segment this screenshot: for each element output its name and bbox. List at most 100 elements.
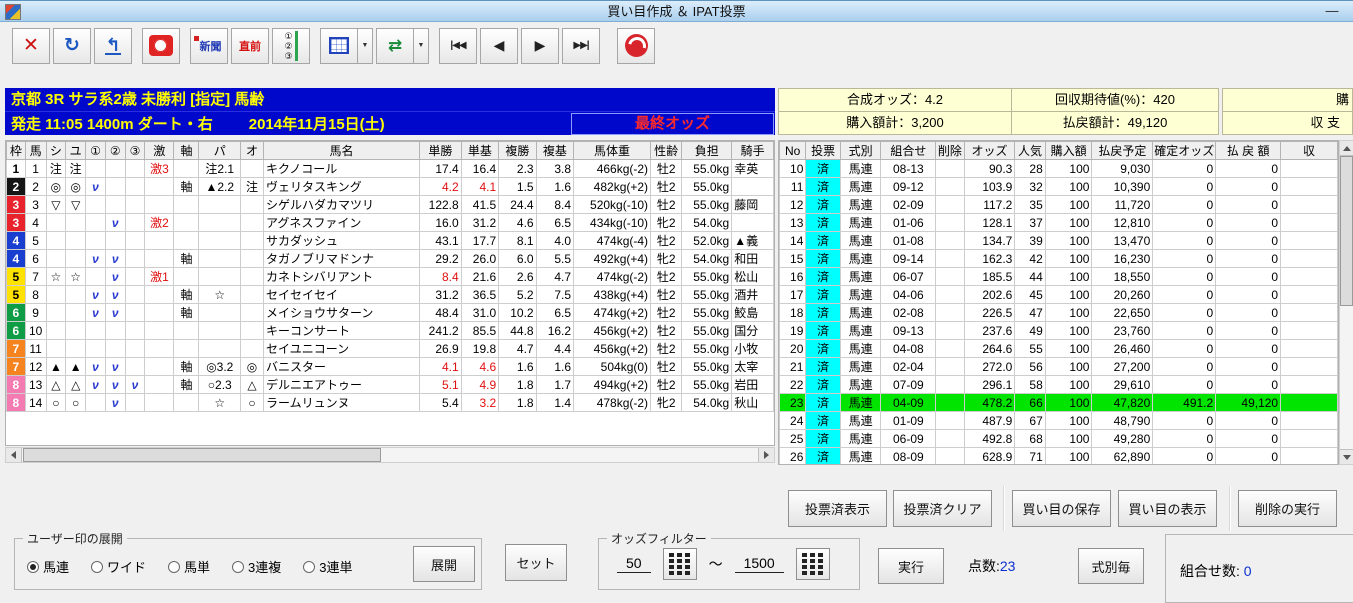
b-bet-type: 馬連 <box>839 231 882 250</box>
mark-list-button[interactable]: ①②③ <box>272 27 310 64</box>
bet-row[interactable]: 25 済馬連 06-09 492.8 68 100 49,280 0 0 <box>779 429 1338 448</box>
hscroll-thumb[interactable] <box>23 448 381 462</box>
prev-race-button[interactable]: ◀ <box>480 27 518 64</box>
show-bets-button[interactable]: 買い目の表示 <box>1118 490 1217 527</box>
radio-bet-type[interactable]: ワイド <box>91 557 146 576</box>
undo-button[interactable]: ↰ <box>94 27 132 64</box>
horse-row[interactable]: 5 8 ν ν 軸 ☆ セイセイセイ 31.2 36.5 5.2 7.5 438kg(+4) 牡2 55.… <box>6 285 774 304</box>
realtime-odds-button[interactable] <box>142 27 180 64</box>
h-futan: 55.0kg <box>681 267 733 286</box>
bet-table-vscrollbar[interactable] <box>1339 140 1353 465</box>
minimize-button[interactable]: — <box>1317 2 1347 21</box>
bet-row[interactable]: 22 済馬連 07-09 296.1 58 100 29,610 0 0 <box>779 375 1338 394</box>
radio-bet-type[interactable]: 馬連 <box>27 557 69 576</box>
bet-row[interactable]: 12 済馬連 02-09 117.2 35 100 11,720 0 0 <box>779 195 1338 214</box>
show-voted-button[interactable]: 投票済表示 <box>788 490 887 527</box>
horse-row[interactable]: 6 10 キーコンサート 241.2 85.5 44.8 16.2 456kg(+2) 牡2 55… <box>6 321 774 340</box>
vote-sheet-button[interactable] <box>320 27 358 64</box>
radio-bet-type[interactable]: 馬単 <box>168 557 210 576</box>
vote-sheet-dropdown[interactable]: ▼ <box>358 27 373 64</box>
per-type-button[interactable]: 式別毎 <box>1078 548 1144 584</box>
expand-button[interactable]: 展開 <box>413 546 475 582</box>
bet-row[interactable]: 23 済馬連 04-09 478.2 66 100 47,820 491.2 49,120 <box>779 393 1338 412</box>
bet-row[interactable]: 13 済馬連 01-06 128.1 37 100 12,810 0 0 <box>779 213 1338 232</box>
b-delete <box>935 267 965 286</box>
clear-voted-button[interactable]: 投票済クリア <box>893 490 992 527</box>
b-cut <box>1280 393 1338 412</box>
keypad-icon[interactable] <box>662 548 697 580</box>
execute-filter-button[interactable]: 実行 <box>878 548 944 584</box>
horse-row[interactable]: 8 14 ○ ○ ν ☆ ○ ラームリュンヌ 5.4 3.2 1.8 1.4 478kg(-2) 牝2 54… <box>6 393 774 412</box>
horse-row[interactable]: 7 12 ▲ ▲ ν ν 軸 ◎3.2 ◎ バニスター 4.1 4.6 1.6 1.6 504kg(0) 牡2… <box>6 357 774 376</box>
last-race-button[interactable]: ▶▶| <box>562 27 600 64</box>
h-tanki: 4.6 <box>460 357 500 376</box>
horse-row[interactable]: 2 2 ◎ ◎ ν 軸 ▲2.2 注ヴェリタスキング 4.2 4.1 1.5 1.6 482kg(+2)… <box>6 177 774 196</box>
bet-row[interactable]: 15 済馬連 09-14 162.3 42 100 16,230 0 0 <box>779 249 1338 268</box>
h-sexage: 牡2 <box>650 231 683 250</box>
up-arrow-icon <box>1342 142 1351 151</box>
bet-row[interactable]: 17 済馬連 04-06 202.6 45 100 20,260 0 0 <box>779 285 1338 304</box>
b-popularity: 66 <box>1014 393 1046 412</box>
b-odds: 264.6 <box>963 339 1016 358</box>
bet-row[interactable]: 10 済馬連 08-13 90.3 28 100 9,030 0 0 <box>779 159 1338 178</box>
h-sexage: 牡2 <box>650 159 683 178</box>
synthetic-odds-box: 合成オッズ：4.2 <box>778 88 1012 112</box>
odds-max-field[interactable]: 1500 <box>734 555 784 573</box>
h-pa: ◎3.2 <box>198 357 242 376</box>
execute-delete-button[interactable]: 削除の実行 <box>1238 490 1337 527</box>
horse-table-hscrollbar[interactable] <box>5 447 775 463</box>
bet-row[interactable]: 21 済馬連 02-04 272.0 56 100 27,200 0 0 <box>779 357 1338 376</box>
scroll-down-button[interactable] <box>1340 449 1353 464</box>
radio-bet-type[interactable]: 3連複 <box>232 557 281 576</box>
delete-button[interactable]: ✕ <box>12 27 50 64</box>
horse-row[interactable]: 4 6 ν ν 軸 タガノブリマドンナ 29.2 26.0 6.0 5.5 492kg(+4) 牝2 5… <box>6 249 774 268</box>
bet-row[interactable]: 11 済馬連 09-12 103.9 32 100 10,390 0 0 <box>779 177 1338 196</box>
ipat-transfer-dropdown[interactable]: ▼ <box>414 27 429 64</box>
bet-row[interactable]: 14 済馬連 01-08 134.7 39 100 13,470 0 0 <box>779 231 1338 250</box>
h-jiku <box>173 213 200 232</box>
b-bet-type: 馬連 <box>839 429 882 448</box>
horse-row[interactable]: 4 5 サカダッシュ 43.1 17.7 8.1 4.0 474kg(-4) 牡2 52.0kg ▲… <box>6 231 774 250</box>
h-check2: ν <box>104 357 126 376</box>
save-bets-button[interactable]: 買い目の保存 <box>1012 490 1111 527</box>
h-weight: 520kg(-10) <box>573 195 652 214</box>
b-expected-payout: 20,260 <box>1091 285 1154 304</box>
refresh-button[interactable]: ↻ <box>53 27 91 64</box>
newspaper-button[interactable]: 新聞 <box>190 27 228 64</box>
h-o: △ <box>240 375 264 394</box>
race-title: 京都 3R サラ系2歳 未勝利 [指定] 馬齢 <box>11 91 265 108</box>
horse-row[interactable]: 3 3 ▽ ▽ シゲルハダカマツリ 122.8 41.5 24.4 8.4 520kg(-10) 牡… <box>6 195 774 214</box>
scroll-up-button[interactable] <box>1340 141 1353 156</box>
vscroll-thumb[interactable] <box>1340 156 1353 306</box>
horse-row[interactable]: 6 9 ν ν 軸 メイショウサターン 48.4 31.0 10.2 6.5 474kg(+2) 牡2… <box>6 303 774 322</box>
scroll-left-button[interactable] <box>6 448 22 462</box>
horse-row[interactable]: 3 4 ν 激2 アグネスファイン 16.0 31.2 4.6 6.5 434kg(-10) 牝2 5… <box>6 213 774 232</box>
bet-row[interactable]: 24 済馬連 01-09 487.9 67 100 48,790 0 0 <box>779 411 1338 430</box>
h-pa <box>198 249 242 268</box>
pat-logo-button[interactable] <box>617 27 655 64</box>
vote-sheet-icon <box>329 37 349 54</box>
odds-min-field[interactable]: 50 <box>617 555 651 573</box>
ipat-transfer-button[interactable]: ⇄ <box>376 27 414 64</box>
horse-row[interactable]: 8 13 △ △ ν ν ν 軸 ○2.3 △ デルニエアトゥー 5.1 4.9 1.8 1.7 494kg(… <box>6 375 774 394</box>
horse-row[interactable]: 7 11 セイユニコーン 26.9 19.8 4.7 4.4 456kg(+2) 牡2 55.0k… <box>6 339 774 358</box>
radio-bet-type[interactable]: 3連単 <box>303 557 353 576</box>
bet-row[interactable]: 26 済馬連 08-09 628.9 71 100 62,890 0 0 <box>779 447 1338 464</box>
last-minute-button[interactable]: 直前 <box>231 27 269 64</box>
user-mark-groupbox: ユーザー印の展開 馬連 ワイド 馬単 3連複 3連単 展開 <box>14 530 482 590</box>
set-button[interactable]: セット <box>505 544 567 581</box>
h-fukuki: 16.2 <box>535 321 575 340</box>
bet-row[interactable]: 16 済馬連 06-07 185.5 44 100 18,550 0 0 <box>779 267 1338 286</box>
first-race-button[interactable]: |◀◀ <box>439 27 477 64</box>
horse-row[interactable]: 1 1 注注激3 注2.1 キクノコール 17.4 16.4 2.3 3.8 466kg(-2) 牡… <box>6 159 774 178</box>
horse-row[interactable]: 5 7 ☆ ☆ ν 激1 カネトシバリアント 8.4 21.6 2.6 4.7 474kg(-2) 牡2… <box>6 267 774 286</box>
b-payout: 0 <box>1215 195 1282 214</box>
bet-row[interactable]: 19 済馬連 09-13 237.6 49 100 23,760 0 0 <box>779 321 1338 340</box>
b-fixed-odds: 0 <box>1152 303 1217 322</box>
bet-row[interactable]: 18 済馬連 02-08 226.5 47 100 22,650 0 0 <box>779 303 1338 322</box>
next-race-button[interactable]: ▶ <box>521 27 559 64</box>
bet-row[interactable]: 20 済馬連 04-08 264.6 55 100 26,460 0 0 <box>779 339 1338 358</box>
scroll-right-button[interactable] <box>758 448 774 462</box>
h-jockey: 小牧 <box>731 339 774 358</box>
keypad-icon[interactable] <box>795 548 830 580</box>
